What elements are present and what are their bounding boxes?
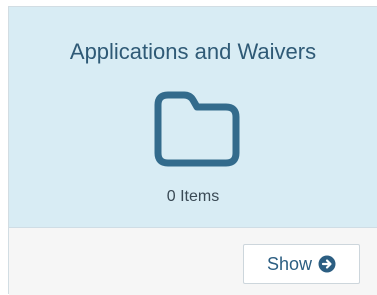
card-title: Applications and Waivers (69, 39, 317, 64)
applications-waivers-card: Applications and Waivers 0 Items Show (8, 6, 377, 295)
card-footer: Show (9, 228, 377, 295)
show-button[interactable]: Show (243, 244, 360, 284)
card-body: Applications and Waivers 0 Items (9, 7, 377, 228)
show-button-label: Show (266, 253, 313, 274)
arrow-circle-right-icon (318, 255, 336, 273)
item-count: 0 Items (166, 188, 220, 205)
folder-icon (154, 91, 240, 167)
